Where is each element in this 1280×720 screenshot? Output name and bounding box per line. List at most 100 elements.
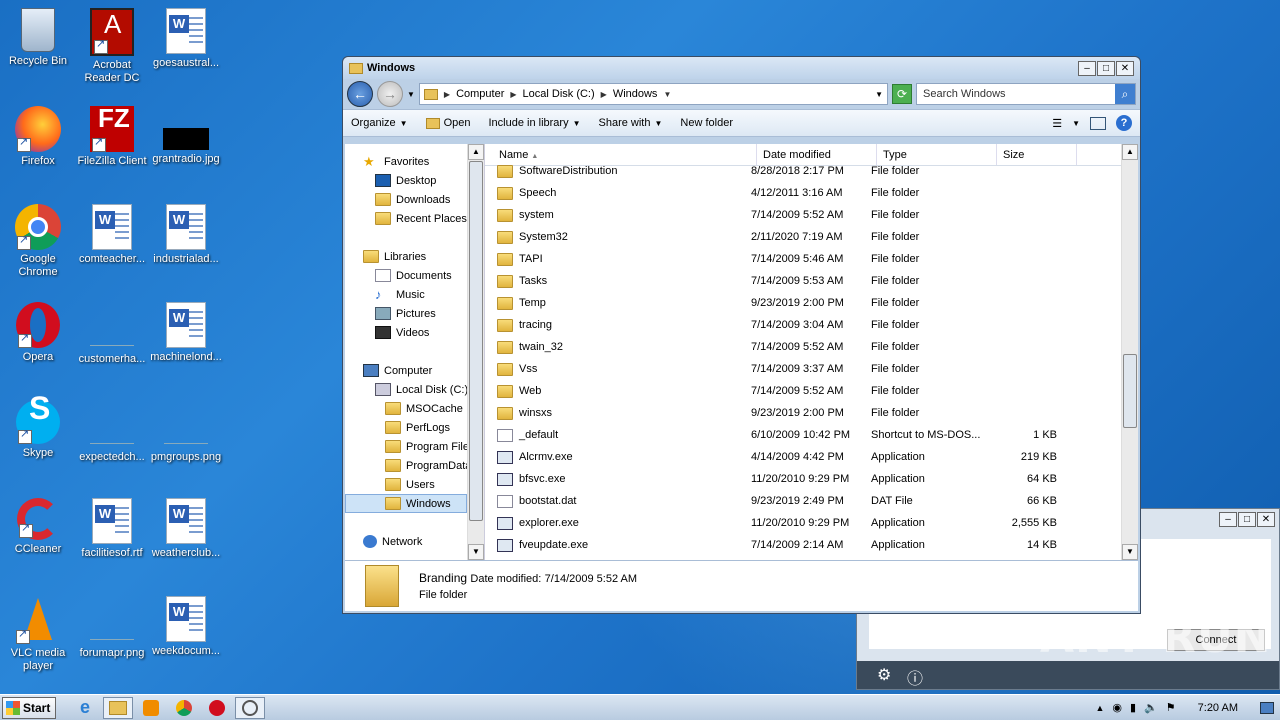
desktop-icon-forumapr[interactable]: forumapr.png — [74, 596, 150, 660]
address-bar[interactable]: ▶ Computer ▶ Local Disk (C:) ▶ Windows ▼… — [418, 83, 888, 105]
file-row[interactable]: _default 6/10/2009 10:42 PM Shortcut to MS… — [485, 424, 1138, 446]
scroll-thumb[interactable] — [469, 161, 483, 521]
file-row[interactable]: tracing 7/14/2009 3:04 AM File folder — [485, 314, 1138, 336]
taskbar-explorer[interactable] — [103, 696, 133, 719]
breadcrumb-computer[interactable]: Computer — [456, 88, 504, 100]
nav-msocache[interactable]: MSOCache — [345, 399, 484, 418]
breadcrumb-windows[interactable]: Windows — [613, 88, 658, 100]
nav-users[interactable]: Users — [345, 475, 484, 494]
scroll-up-icon[interactable]: ▲ — [1122, 144, 1138, 160]
file-row[interactable]: Alcrmv.exe 4/14/2009 4:42 PM Application 21… — [485, 446, 1138, 468]
clock[interactable]: 7:20 AM — [1198, 702, 1238, 714]
nav-windows[interactable]: Windows — [345, 494, 467, 513]
taskbar-opera[interactable] — [202, 697, 232, 719]
refresh-button[interactable]: ⟳ — [892, 84, 912, 104]
desktop-icon-comteacher[interactable]: W comteacher... — [74, 204, 150, 266]
file-row[interactable]: system 7/14/2009 5:52 AM File folder — [485, 204, 1138, 226]
file-row[interactable]: twain_32 7/14/2009 5:52 AM File folder — [485, 336, 1138, 358]
file-row[interactable]: Vss 7/14/2009 3:37 AM File folder — [485, 358, 1138, 380]
search-input[interactable]: Search Windows ⌕ — [916, 83, 1136, 105]
file-row[interactable]: System32 2/11/2020 7:19 AM File folder — [485, 226, 1138, 248]
chevron-down-icon[interactable]: ▼ — [407, 90, 415, 99]
help-icon[interactable]: ? — [1116, 115, 1132, 131]
close-button[interactable]: ✕ — [1116, 60, 1134, 76]
back-button[interactable]: ← — [347, 81, 373, 107]
scroll-down-icon[interactable]: ▼ — [1122, 544, 1138, 560]
file-row[interactable]: bootstat.dat 9/23/2019 2:49 PM DAT File 66 … — [485, 490, 1138, 512]
minimize-button[interactable]: – — [1219, 512, 1237, 527]
flag-icon[interactable]: ⚑ — [1166, 701, 1176, 714]
taskbar-cisco[interactable] — [235, 696, 265, 719]
nav-libraries[interactable]: Libraries — [345, 247, 484, 266]
desktop-icon-ccleaner[interactable]: CCleaner — [0, 498, 76, 556]
forward-button[interactable]: → — [377, 81, 403, 107]
scroll-down-icon[interactable]: ▼ — [468, 544, 484, 560]
nav-network[interactable]: Network — [345, 532, 484, 551]
scroll-up-icon[interactable]: ▲ — [468, 144, 484, 160]
nav-local-disk[interactable]: Local Disk (C:) — [345, 380, 484, 399]
include-in-library-button[interactable]: Include in library ▼ — [488, 117, 580, 129]
desktop-icon-opera[interactable]: Opera — [0, 302, 76, 364]
desktop-icon-skype[interactable]: S Skype — [0, 392, 76, 460]
share-with-button[interactable]: Share with ▼ — [599, 117, 663, 129]
scroll-thumb[interactable] — [1123, 354, 1137, 428]
nav-downloads[interactable]: Downloads — [345, 190, 484, 209]
desktop-icon-acrobat[interactable]: A Acrobat Reader DC — [74, 8, 150, 85]
taskbar-media-player[interactable] — [136, 697, 166, 719]
taskbar-ie[interactable]: e — [70, 697, 100, 719]
nav-videos[interactable]: Videos — [345, 323, 484, 342]
column-size[interactable]: Size — [997, 144, 1077, 165]
network-tray-icon[interactable]: ◉ — [1112, 701, 1122, 714]
organize-button[interactable]: Organize ▼ — [351, 117, 408, 129]
file-list-scrollbar[interactable]: ▲ ▼ — [1121, 144, 1138, 560]
column-name[interactable]: Name ▲ — [485, 144, 757, 165]
taskbar-chrome[interactable] — [169, 697, 199, 719]
desktop-icon-filezilla[interactable]: FZ FileZilla Client — [74, 105, 150, 168]
power-icon[interactable]: ▮ — [1130, 701, 1136, 714]
file-row[interactable]: Web 7/14/2009 5:52 AM File folder — [485, 380, 1138, 402]
column-type[interactable]: Type — [877, 144, 997, 165]
desktop-icon-recycle-bin[interactable]: Recycle Bin — [0, 8, 76, 68]
address-dropdown-icon[interactable]: ▼ — [875, 90, 883, 99]
desktop-icon-chrome[interactable]: Google Chrome — [0, 204, 76, 279]
desktop-icon-pmgroups[interactable]: pmgroups.png — [148, 400, 224, 464]
desktop-icon-weatherclub[interactable]: W weatherclub... — [148, 498, 224, 560]
nav-favorites[interactable]: ★ Favorites — [345, 152, 484, 171]
preview-pane-icon[interactable] — [1090, 116, 1106, 130]
desktop-icon-weekdocum[interactable]: W weekdocum... — [148, 596, 224, 658]
file-row[interactable]: TAPI 7/14/2009 5:46 AM File folder — [485, 248, 1138, 270]
nav-programdata[interactable]: ProgramData — [345, 456, 484, 475]
maximize-button[interactable]: □ — [1238, 512, 1256, 527]
tray-expand-icon[interactable]: ▲ — [1095, 703, 1104, 713]
nav-perflogs[interactable]: PerfLogs — [345, 418, 484, 437]
desktop-icon-grantradio[interactable]: grantradio.jpg — [148, 106, 224, 166]
info-icon[interactable]: ⓘ — [907, 665, 923, 689]
nav-music[interactable]: ♪ Music — [345, 285, 484, 304]
file-row[interactable]: winsxs 9/23/2019 2:00 PM File folder — [485, 402, 1138, 424]
desktop-icon-goesaustral[interactable]: W goesaustral... — [148, 8, 224, 70]
views-icon[interactable]: ☰ — [1052, 117, 1062, 130]
close-button[interactable]: ✕ — [1257, 512, 1275, 527]
gear-icon[interactable]: ⚙ — [877, 665, 891, 685]
breadcrumb-local-disk[interactable]: Local Disk (C:) — [523, 88, 595, 100]
show-desktop-icon[interactable] — [1260, 701, 1274, 714]
nav-computer[interactable]: Computer — [345, 361, 484, 380]
new-folder-button[interactable]: New folder — [680, 117, 733, 129]
file-row[interactable]: Temp 9/23/2019 2:00 PM File folder — [485, 292, 1138, 314]
nav-scrollbar[interactable]: ▲ ▼ — [467, 144, 484, 560]
desktop-icon-vlc[interactable]: VLC media player — [0, 596, 76, 673]
desktop-icon-industrialad[interactable]: W industrialad... — [148, 204, 224, 266]
file-row[interactable]: bfsvc.exe 11/20/2010 9:29 PM Application 64… — [485, 468, 1138, 490]
volume-icon[interactable]: 🔈 — [1144, 701, 1158, 714]
search-icon[interactable]: ⌕ — [1115, 84, 1135, 104]
desktop-icon-machinelond[interactable]: W machinelond... — [148, 302, 224, 364]
nav-desktop[interactable]: Desktop — [345, 171, 484, 190]
desktop-icon-facilitiesof[interactable]: W facilitiesof.rtf — [74, 498, 150, 560]
file-row[interactable]: explorer.exe 11/20/2010 9:29 PM Applicatio… — [485, 512, 1138, 534]
nav-recent-places[interactable]: Recent Places — [345, 209, 484, 228]
open-button[interactable]: Open — [425, 117, 470, 129]
file-row[interactable]: Tasks 7/14/2009 5:53 AM File folder — [485, 270, 1138, 292]
desktop-icon-firefox[interactable]: Firefox — [0, 106, 76, 168]
nav-program-files[interactable]: Program Files — [345, 437, 484, 456]
desktop-icon-customerha[interactable]: customerha... — [74, 302, 150, 366]
